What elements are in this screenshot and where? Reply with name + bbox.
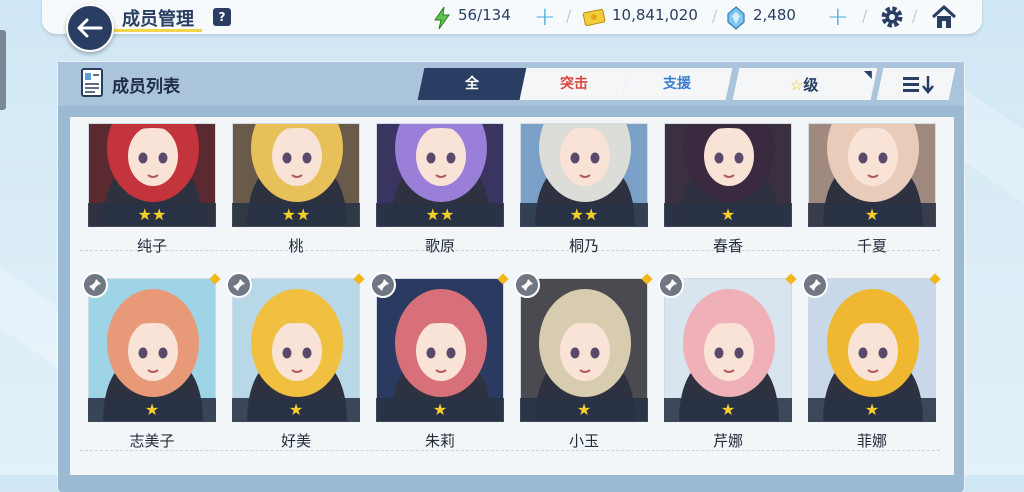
student-card[interactable]: ★ <box>658 272 797 422</box>
page-title: 成员管理 <box>122 9 194 30</box>
divider: / <box>566 6 572 25</box>
star-icon: ☆ <box>789 76 804 94</box>
home-icon[interactable] <box>930 4 958 30</box>
student-card[interactable]: ★ <box>808 123 936 227</box>
tab-all-label: 全 <box>465 76 479 92</box>
student-name: 小玉 <box>568 432 599 450</box>
star-rating: ★ <box>376 398 504 422</box>
student-card[interactable]: ★★ <box>520 123 648 227</box>
tab-striker[interactable]: 突击 <box>519 68 629 100</box>
student-card[interactable]: ★ <box>82 272 221 422</box>
divider: / <box>712 6 718 25</box>
sort-label: 级 <box>803 76 819 94</box>
student-name: 桐乃 <box>568 237 599 255</box>
tab-special-label: 支援 <box>663 76 691 92</box>
divider: / <box>912 6 918 25</box>
star-rating: ★ <box>808 398 936 422</box>
student-name: 朱莉 <box>424 432 455 450</box>
student-name: 桃 <box>288 237 304 255</box>
star-rating: ★ <box>520 398 648 422</box>
pin-button[interactable] <box>658 272 684 298</box>
student-card[interactable]: ★ <box>370 272 509 422</box>
student-card[interactable]: ★ <box>226 272 365 422</box>
tab-special[interactable]: 支援 <box>621 68 733 100</box>
star-rating: ★ <box>88 398 216 422</box>
star-rating: ★★ <box>88 203 216 227</box>
ap-value: 56/134 <box>458 6 511 24</box>
pin-icon <box>809 279 821 291</box>
title-underline <box>110 29 202 32</box>
tab-striker-label: 突击 <box>560 76 588 92</box>
student-name: 志美子 <box>129 432 175 450</box>
tab-all[interactable]: 全 <box>417 68 527 100</box>
student-name: 歌原 <box>424 237 455 255</box>
list-icon <box>81 68 103 97</box>
help-button[interactable]: ? <box>213 8 231 26</box>
pin-button[interactable] <box>82 272 108 298</box>
student-card[interactable]: ★ <box>802 272 941 422</box>
pin-button[interactable] <box>514 272 540 298</box>
pin-icon <box>665 279 677 291</box>
student-card[interactable]: ★ <box>664 123 792 227</box>
student-card[interactable]: ★ <box>514 272 653 422</box>
credits-icon <box>582 8 606 27</box>
panel-title: 成员列表 <box>112 77 180 97</box>
star-rating: ★ <box>664 398 792 422</box>
credits-value: 10,841,020 <box>612 6 698 24</box>
star-rating: ★★ <box>232 203 360 227</box>
divider: / <box>862 6 868 25</box>
star-rating: ★ <box>808 203 936 227</box>
pin-icon <box>521 279 533 291</box>
student-card[interactable]: ★★ <box>88 123 216 227</box>
side-edge-handle[interactable] <box>0 30 6 110</box>
pin-icon <box>233 279 245 291</box>
student-name: 千夏 <box>856 237 887 255</box>
student-name: 纯子 <box>136 237 167 255</box>
student-name: 芹娜 <box>712 432 743 450</box>
ap-add-button[interactable]: + <box>534 2 556 32</box>
gear-icon[interactable] <box>878 4 906 30</box>
student-name: 好美 <box>280 432 311 450</box>
sort-order-icon <box>903 76 934 94</box>
pyroxene-icon <box>727 6 745 30</box>
student-name: 春香 <box>712 237 743 255</box>
dropdown-corner-icon <box>863 71 872 79</box>
pin-icon <box>89 279 101 291</box>
sort-dropdown[interactable]: ☆级 <box>732 68 878 100</box>
star-rating: ★★ <box>520 203 648 227</box>
pin-button[interactable] <box>802 272 828 298</box>
sort-label-wrap: ☆级 <box>790 74 818 95</box>
back-button[interactable] <box>66 4 114 52</box>
pyroxene-add-button[interactable]: + <box>827 2 849 32</box>
student-card[interactable]: ★★ <box>376 123 504 227</box>
pyroxene-value: 2,480 <box>753 6 796 24</box>
student-name: 菲娜 <box>856 432 887 450</box>
back-arrow-icon <box>77 18 103 38</box>
student-card[interactable]: ★★ <box>232 123 360 227</box>
star-rating: ★ <box>232 398 360 422</box>
star-rating: ★ <box>664 203 792 227</box>
pin-icon <box>377 279 389 291</box>
pin-button[interactable] <box>226 272 252 298</box>
ap-icon <box>434 6 450 30</box>
pin-button[interactable] <box>370 272 396 298</box>
star-rating: ★★ <box>376 203 504 227</box>
sort-order-button[interactable] <box>876 68 956 100</box>
